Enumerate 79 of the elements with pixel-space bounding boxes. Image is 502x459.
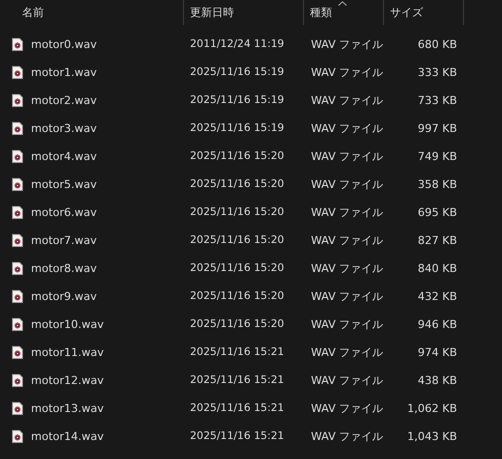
audio-file-icon [12, 94, 23, 106]
file-size: 695 KB [418, 206, 457, 218]
file-size: 827 KB [418, 234, 457, 246]
file-type: WAV ファイル [310, 64, 384, 80]
file-name[interactable]: motor2.wav [31, 94, 97, 106]
modified-date: 2011/12/24 11:19 [189, 38, 286, 50]
file-type: WAV ファイル [310, 148, 384, 164]
audio-file-icon [12, 430, 23, 442]
column-header[interactable]: 更新日時 [190, 5, 234, 20]
modified-date: 2025/11/16 15:21 [189, 346, 286, 358]
file-name[interactable]: motor11.wav [31, 346, 104, 358]
audio-file-icon [12, 290, 23, 302]
file-size: 840 KB [418, 262, 457, 274]
modified-date: 2025/11/16 15:20 [189, 262, 286, 274]
file-type: WAV ファイル [310, 316, 384, 332]
audio-file-icon [12, 374, 23, 386]
file-type: WAV ファイル [310, 232, 384, 248]
column-header[interactable]: 種類 [310, 5, 332, 20]
file-type: WAV ファイル [310, 372, 384, 388]
column-header[interactable]: サイズ [390, 5, 423, 20]
audio-file-icon [12, 150, 23, 162]
file-type: WAV ファイル [310, 344, 384, 360]
file-name[interactable]: motor4.wav [31, 150, 97, 162]
file-name[interactable]: motor3.wav [31, 122, 97, 134]
file-size: 1,062 KB [407, 402, 457, 414]
audio-file-icon [12, 206, 23, 218]
file-size: 333 KB [418, 66, 457, 78]
modified-date: 2025/11/16 15:20 [189, 150, 286, 162]
file-name[interactable]: motor7.wav [31, 234, 97, 246]
audio-file-icon [12, 38, 23, 50]
file-size: 1,043 KB [407, 430, 457, 442]
modified-date: 2025/11/16 15:21 [189, 374, 286, 386]
file-name[interactable]: motor12.wav [31, 374, 104, 386]
file-name[interactable]: motor1.wav [31, 66, 97, 78]
modified-date: 2025/11/16 15:19 [189, 66, 286, 78]
file-size: 946 KB [418, 318, 457, 330]
audio-file-icon [12, 318, 23, 330]
file-type: WAV ファイル [310, 204, 384, 220]
file-type: WAV ファイル [310, 176, 384, 192]
modified-date: 2025/11/16 15:20 [189, 318, 286, 330]
modified-date: 2025/11/16 15:19 [189, 94, 286, 106]
file-name[interactable]: motor9.wav [31, 290, 97, 302]
file-name[interactable]: motor8.wav [31, 262, 97, 274]
modified-date: 2025/11/16 15:20 [189, 206, 286, 218]
modified-date: 2025/11/16 15:19 [189, 122, 286, 134]
modified-date: 2025/11/16 15:20 [189, 290, 286, 302]
audio-file-icon [12, 178, 23, 190]
audio-file-icon [12, 346, 23, 358]
file-size: 358 KB [418, 178, 457, 190]
audio-file-icon [12, 122, 23, 134]
file-type: WAV ファイル [310, 92, 384, 108]
audio-file-icon [12, 402, 23, 414]
file-size: 749 KB [418, 150, 457, 162]
modified-date: 2025/11/16 15:21 [189, 430, 286, 442]
file-type: WAV ファイル [310, 120, 384, 136]
file-size: 997 KB [418, 122, 457, 134]
file-size: 438 KB [418, 374, 457, 386]
modified-date: 2025/11/16 15:20 [189, 178, 286, 190]
audio-file-icon [12, 234, 23, 246]
file-size: 974 KB [418, 346, 457, 358]
file-name[interactable]: motor13.wav [31, 402, 104, 414]
file-type: WAV ファイル [310, 400, 384, 416]
file-size: 432 KB [418, 290, 457, 302]
audio-file-icon [12, 262, 23, 274]
modified-date: 2025/11/16 15:20 [189, 234, 286, 246]
file-name[interactable]: motor6.wav [31, 206, 97, 218]
file-type: WAV ファイル [310, 428, 384, 444]
file-type: WAV ファイル [310, 260, 384, 276]
file-name[interactable]: motor10.wav [31, 318, 104, 330]
file-size: 680 KB [418, 38, 457, 50]
audio-file-icon [12, 66, 23, 78]
column-header[interactable]: 名前 [22, 5, 44, 20]
file-name[interactable]: motor0.wav [31, 38, 97, 50]
modified-date: 2025/11/16 15:21 [189, 402, 286, 414]
file-name[interactable]: motor14.wav [31, 430, 104, 442]
file-type: WAV ファイル [310, 288, 384, 304]
file-size: 733 KB [418, 94, 457, 106]
file-type: WAV ファイル [310, 36, 384, 52]
file-name[interactable]: motor5.wav [31, 178, 97, 190]
